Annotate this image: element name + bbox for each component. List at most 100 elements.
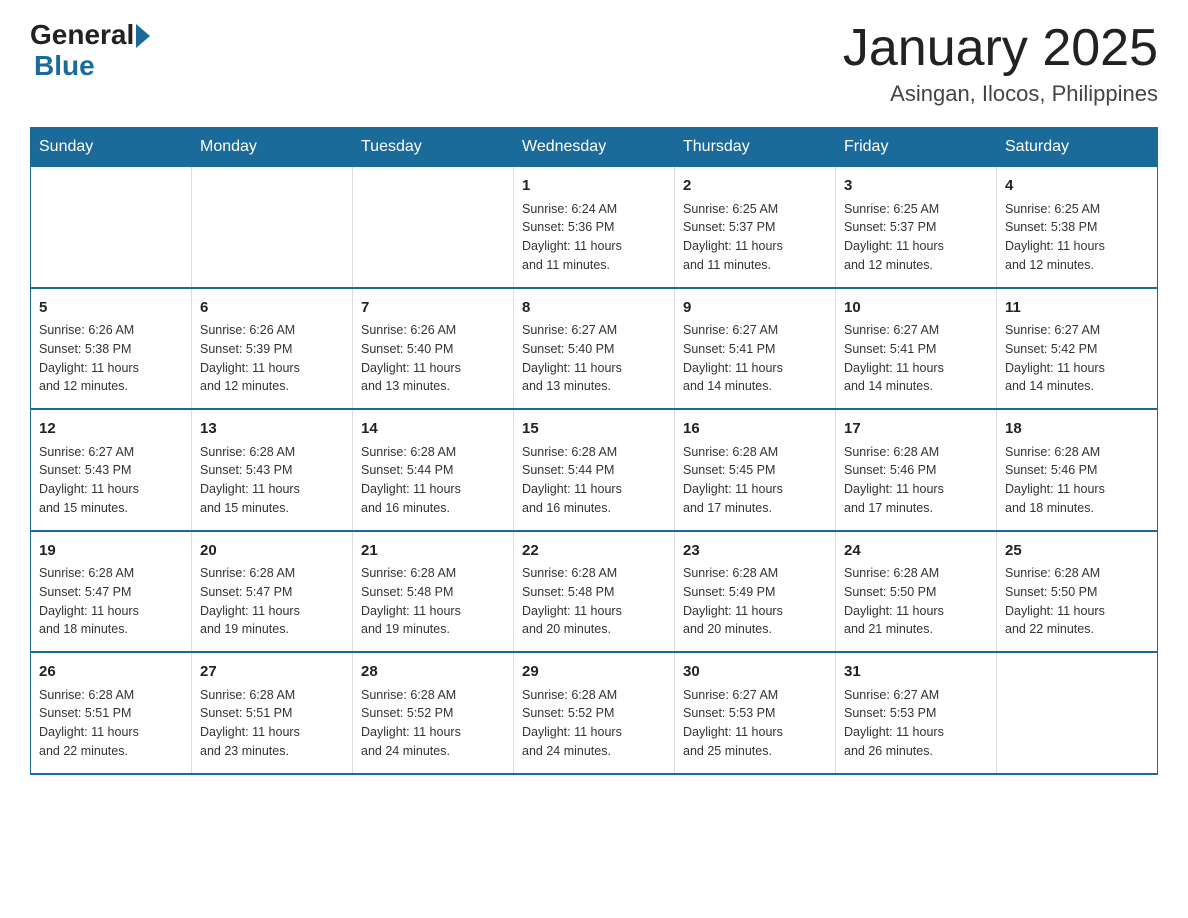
day-number: 23 [683, 540, 827, 563]
day-number: 12 [39, 418, 183, 441]
day-info: Sunrise: 6:28 AM Sunset: 5:44 PM Dayligh… [361, 443, 505, 518]
calendar-cell: 4Sunrise: 6:25 AM Sunset: 5:38 PM Daylig… [997, 167, 1158, 288]
calendar-cell: 19Sunrise: 6:28 AM Sunset: 5:47 PM Dayli… [31, 531, 192, 653]
day-info: Sunrise: 6:28 AM Sunset: 5:43 PM Dayligh… [200, 443, 344, 518]
day-info: Sunrise: 6:27 AM Sunset: 5:53 PM Dayligh… [844, 686, 988, 761]
logo: General Blue [30, 20, 150, 82]
calendar-week-row: 12Sunrise: 6:27 AM Sunset: 5:43 PM Dayli… [31, 409, 1158, 531]
calendar-cell: 3Sunrise: 6:25 AM Sunset: 5:37 PM Daylig… [836, 167, 997, 288]
day-number: 24 [844, 540, 988, 563]
calendar-cell: 7Sunrise: 6:26 AM Sunset: 5:40 PM Daylig… [353, 288, 514, 410]
day-info: Sunrise: 6:28 AM Sunset: 5:46 PM Dayligh… [844, 443, 988, 518]
month-title: January 2025 [843, 20, 1158, 77]
day-number: 22 [522, 540, 666, 563]
day-number: 4 [1005, 175, 1149, 198]
calendar-table: SundayMondayTuesdayWednesdayThursdayFrid… [30, 127, 1158, 775]
day-info: Sunrise: 6:28 AM Sunset: 5:52 PM Dayligh… [361, 686, 505, 761]
calendar-cell: 21Sunrise: 6:28 AM Sunset: 5:48 PM Dayli… [353, 531, 514, 653]
day-info: Sunrise: 6:28 AM Sunset: 5:51 PM Dayligh… [200, 686, 344, 761]
calendar-cell: 27Sunrise: 6:28 AM Sunset: 5:51 PM Dayli… [192, 652, 353, 774]
day-info: Sunrise: 6:28 AM Sunset: 5:48 PM Dayligh… [361, 564, 505, 639]
calendar-cell: 30Sunrise: 6:27 AM Sunset: 5:53 PM Dayli… [675, 652, 836, 774]
day-number: 3 [844, 175, 988, 198]
day-number: 26 [39, 661, 183, 684]
day-number: 28 [361, 661, 505, 684]
day-info: Sunrise: 6:26 AM Sunset: 5:39 PM Dayligh… [200, 321, 344, 396]
calendar-day-header: Wednesday [514, 128, 675, 167]
day-number: 14 [361, 418, 505, 441]
calendar-cell: 18Sunrise: 6:28 AM Sunset: 5:46 PM Dayli… [997, 409, 1158, 531]
calendar-cell: 26Sunrise: 6:28 AM Sunset: 5:51 PM Dayli… [31, 652, 192, 774]
day-number: 7 [361, 297, 505, 320]
calendar-day-header: Saturday [997, 128, 1158, 167]
day-info: Sunrise: 6:25 AM Sunset: 5:38 PM Dayligh… [1005, 200, 1149, 275]
day-number: 20 [200, 540, 344, 563]
calendar-cell: 8Sunrise: 6:27 AM Sunset: 5:40 PM Daylig… [514, 288, 675, 410]
calendar-cell [31, 167, 192, 288]
logo-blue-text: Blue [34, 51, 150, 82]
day-info: Sunrise: 6:26 AM Sunset: 5:40 PM Dayligh… [361, 321, 505, 396]
calendar-cell [353, 167, 514, 288]
calendar-week-row: 1Sunrise: 6:24 AM Sunset: 5:36 PM Daylig… [31, 167, 1158, 288]
day-info: Sunrise: 6:27 AM Sunset: 5:42 PM Dayligh… [1005, 321, 1149, 396]
calendar-cell: 31Sunrise: 6:27 AM Sunset: 5:53 PM Dayli… [836, 652, 997, 774]
calendar-week-row: 5Sunrise: 6:26 AM Sunset: 5:38 PM Daylig… [31, 288, 1158, 410]
calendar-cell: 22Sunrise: 6:28 AM Sunset: 5:48 PM Dayli… [514, 531, 675, 653]
day-info: Sunrise: 6:26 AM Sunset: 5:38 PM Dayligh… [39, 321, 183, 396]
title-section: January 2025 Asingan, Ilocos, Philippine… [843, 20, 1158, 107]
day-info: Sunrise: 6:28 AM Sunset: 5:45 PM Dayligh… [683, 443, 827, 518]
day-info: Sunrise: 6:28 AM Sunset: 5:52 PM Dayligh… [522, 686, 666, 761]
day-number: 18 [1005, 418, 1149, 441]
calendar-cell: 5Sunrise: 6:26 AM Sunset: 5:38 PM Daylig… [31, 288, 192, 410]
calendar-header-row: SundayMondayTuesdayWednesdayThursdayFrid… [31, 128, 1158, 167]
calendar-week-row: 26Sunrise: 6:28 AM Sunset: 5:51 PM Dayli… [31, 652, 1158, 774]
day-info: Sunrise: 6:28 AM Sunset: 5:50 PM Dayligh… [844, 564, 988, 639]
calendar-day-header: Sunday [31, 128, 192, 167]
calendar-cell: 12Sunrise: 6:27 AM Sunset: 5:43 PM Dayli… [31, 409, 192, 531]
day-info: Sunrise: 6:28 AM Sunset: 5:50 PM Dayligh… [1005, 564, 1149, 639]
logo-general-text: General [30, 20, 134, 51]
day-number: 30 [683, 661, 827, 684]
day-number: 19 [39, 540, 183, 563]
calendar-day-header: Friday [836, 128, 997, 167]
calendar-cell: 28Sunrise: 6:28 AM Sunset: 5:52 PM Dayli… [353, 652, 514, 774]
day-info: Sunrise: 6:28 AM Sunset: 5:47 PM Dayligh… [200, 564, 344, 639]
day-info: Sunrise: 6:24 AM Sunset: 5:36 PM Dayligh… [522, 200, 666, 275]
calendar-cell: 10Sunrise: 6:27 AM Sunset: 5:41 PM Dayli… [836, 288, 997, 410]
day-info: Sunrise: 6:27 AM Sunset: 5:41 PM Dayligh… [844, 321, 988, 396]
day-number: 27 [200, 661, 344, 684]
day-number: 2 [683, 175, 827, 198]
day-number: 6 [200, 297, 344, 320]
calendar-cell: 9Sunrise: 6:27 AM Sunset: 5:41 PM Daylig… [675, 288, 836, 410]
day-number: 13 [200, 418, 344, 441]
logo-arrow-icon [136, 24, 150, 48]
calendar-cell: 13Sunrise: 6:28 AM Sunset: 5:43 PM Dayli… [192, 409, 353, 531]
calendar-cell: 25Sunrise: 6:28 AM Sunset: 5:50 PM Dayli… [997, 531, 1158, 653]
day-number: 17 [844, 418, 988, 441]
calendar-cell: 17Sunrise: 6:28 AM Sunset: 5:46 PM Dayli… [836, 409, 997, 531]
day-info: Sunrise: 6:27 AM Sunset: 5:43 PM Dayligh… [39, 443, 183, 518]
day-number: 11 [1005, 297, 1149, 320]
calendar-cell: 2Sunrise: 6:25 AM Sunset: 5:37 PM Daylig… [675, 167, 836, 288]
day-number: 5 [39, 297, 183, 320]
day-number: 8 [522, 297, 666, 320]
day-number: 1 [522, 175, 666, 198]
day-info: Sunrise: 6:27 AM Sunset: 5:53 PM Dayligh… [683, 686, 827, 761]
day-info: Sunrise: 6:28 AM Sunset: 5:48 PM Dayligh… [522, 564, 666, 639]
calendar-cell: 24Sunrise: 6:28 AM Sunset: 5:50 PM Dayli… [836, 531, 997, 653]
day-number: 15 [522, 418, 666, 441]
day-info: Sunrise: 6:25 AM Sunset: 5:37 PM Dayligh… [683, 200, 827, 275]
calendar-day-header: Tuesday [353, 128, 514, 167]
calendar-cell: 1Sunrise: 6:24 AM Sunset: 5:36 PM Daylig… [514, 167, 675, 288]
day-info: Sunrise: 6:28 AM Sunset: 5:51 PM Dayligh… [39, 686, 183, 761]
day-number: 10 [844, 297, 988, 320]
day-info: Sunrise: 6:28 AM Sunset: 5:47 PM Dayligh… [39, 564, 183, 639]
calendar-cell: 6Sunrise: 6:26 AM Sunset: 5:39 PM Daylig… [192, 288, 353, 410]
location-title: Asingan, Ilocos, Philippines [843, 81, 1158, 107]
calendar-cell: 20Sunrise: 6:28 AM Sunset: 5:47 PM Dayli… [192, 531, 353, 653]
calendar-day-header: Monday [192, 128, 353, 167]
day-number: 29 [522, 661, 666, 684]
calendar-cell: 11Sunrise: 6:27 AM Sunset: 5:42 PM Dayli… [997, 288, 1158, 410]
day-info: Sunrise: 6:27 AM Sunset: 5:40 PM Dayligh… [522, 321, 666, 396]
calendar-cell: 16Sunrise: 6:28 AM Sunset: 5:45 PM Dayli… [675, 409, 836, 531]
